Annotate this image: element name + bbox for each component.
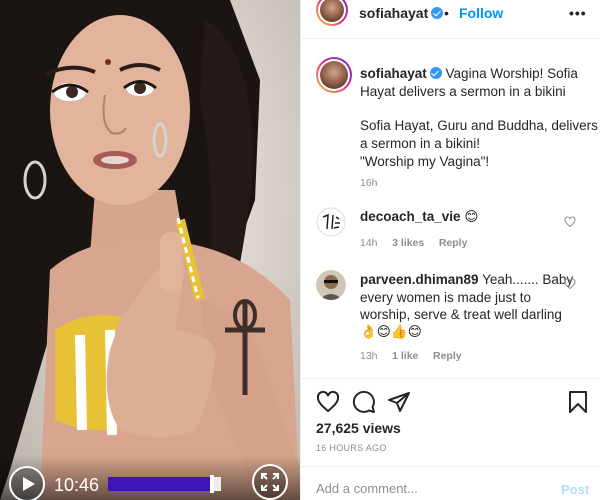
comment-2-likes[interactable]: 1 like: [392, 350, 418, 362]
video-frame: [0, 0, 300, 500]
author-username[interactable]: sofiahayat: [359, 5, 428, 21]
caption-username[interactable]: sofiahayat: [360, 66, 427, 81]
share-icon[interactable]: [387, 390, 411, 414]
author-avatar[interactable]: [316, 0, 348, 26]
comment-input-divider: [301, 466, 600, 467]
actions-divider: [301, 378, 600, 379]
follow-button[interactable]: Follow: [459, 5, 503, 21]
video-progress-thumb[interactable]: [209, 475, 214, 493]
comment-2-time: 13h: [360, 350, 378, 362]
comment-2-reply[interactable]: Reply: [433, 350, 462, 362]
comment-1-body: 😊: [464, 209, 479, 224]
comment-2-like-icon[interactable]: [564, 278, 576, 290]
caption-title: sofiahayat Vagina Worship! Sofia: [360, 65, 592, 83]
comment-2-line1: parveen.dhiman89 Yeah....... Baby: [360, 271, 573, 289]
post-timestamp: 16 HOURS AGO: [316, 443, 387, 453]
post-actions: [301, 380, 600, 420]
comment-1-like-icon[interactable]: [564, 216, 576, 228]
video-progress-bar[interactable]: [108, 475, 221, 493]
fullscreen-button[interactable]: [252, 464, 288, 500]
comment-1-meta: 14h 3 likes Reply: [360, 237, 467, 249]
add-comment-input[interactable]: [316, 481, 536, 496]
separator-dot: •: [444, 5, 449, 21]
comment-1-likes[interactable]: 3 likes: [392, 237, 424, 249]
post-panel: sofiahayat • Follow ••• sofiahayat Vagin…: [300, 0, 600, 500]
caption-avatar[interactable]: [316, 57, 352, 93]
post-header: sofiahayat • Follow •••: [301, 0, 600, 26]
caption-time: 16h: [360, 177, 378, 189]
comment-2-body-line1: Yeah....... Baby: [482, 272, 574, 287]
commenter-avatar-image: [316, 270, 346, 300]
commenter-avatar-image: [316, 207, 346, 237]
video-player[interactable]: 10:46: [0, 0, 300, 500]
caption-body-line1: Sofia Hayat, Guru and Buddha, delivers: [360, 118, 598, 133]
video-time: 10:46: [54, 475, 100, 495]
like-icon[interactable]: [316, 390, 340, 414]
comment-2-meta: 13h 1 like Reply: [360, 350, 462, 362]
comment-icon[interactable]: [352, 390, 376, 414]
video-progress-fill: [108, 477, 210, 491]
comment-2-body-line3: worship, serve & treat well darling: [360, 307, 562, 322]
comment-2-body-line2: every women is made just to: [360, 290, 532, 305]
comment-1-text: decoach_ta_vie 😊: [360, 208, 478, 226]
more-options-icon[interactable]: •••: [569, 5, 587, 21]
view-count[interactable]: 27,625 views: [316, 420, 401, 436]
comment-avatar[interactable]: [316, 270, 346, 300]
save-bookmark-icon[interactable]: [567, 390, 589, 414]
caption-body-line2: a sermon in a bikini!: [360, 136, 481, 151]
comment-2-username[interactable]: parveen.dhiman89: [360, 272, 479, 287]
verified-badge-icon: [431, 7, 444, 19]
play-icon: [23, 477, 35, 491]
comment-1-reply[interactable]: Reply: [439, 237, 468, 249]
verified-badge-icon: [429, 67, 442, 79]
post-comment-button[interactable]: Post: [561, 482, 589, 497]
comment-avatar[interactable]: [316, 207, 346, 237]
play-button[interactable]: [9, 466, 45, 500]
fullscreen-icon: [261, 473, 279, 491]
comment-2-body-line4: 👌😊👍😊: [360, 324, 422, 339]
comment-1-username[interactable]: decoach_ta_vie: [360, 209, 461, 224]
caption-title-line2: Hayat delivers a sermon in a bikini: [360, 84, 566, 99]
caption-title-text: Vagina Worship! Sofia: [445, 66, 578, 81]
comment-1-time: 14h: [360, 237, 378, 249]
header-divider: [301, 38, 600, 39]
caption-body-line3: "Worship my Vagina"!: [360, 154, 490, 169]
